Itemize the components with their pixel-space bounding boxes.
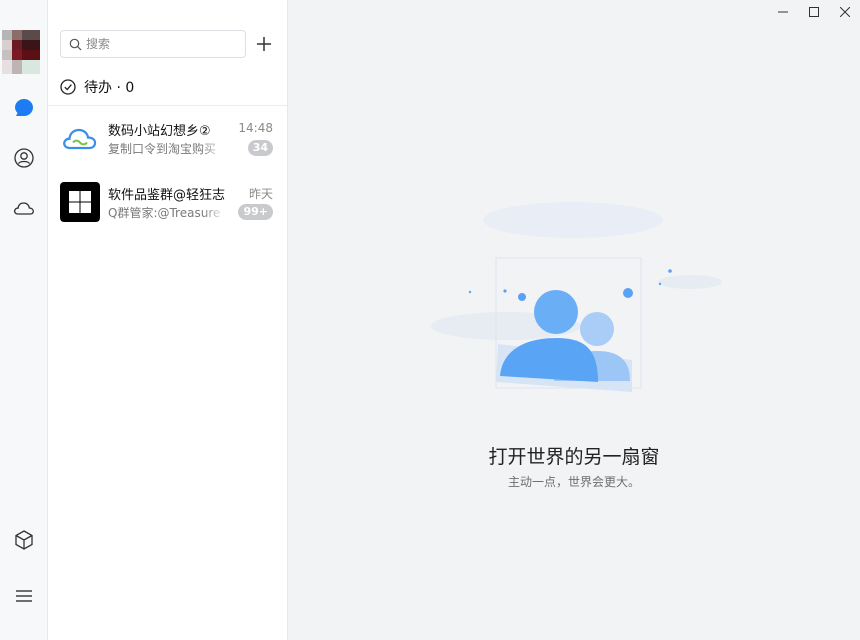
minimize-button[interactable]	[767, 0, 798, 24]
contacts-icon[interactable]	[10, 144, 38, 172]
search-input[interactable]	[86, 37, 236, 51]
group-avatar-windows	[60, 182, 100, 222]
chat-bubble-icon[interactable]	[10, 94, 38, 122]
menu-icon[interactable]	[10, 582, 38, 610]
unread-badge: 34	[247, 140, 273, 156]
conversation-item[interactable]: 软件品鉴群@轻狂志 昨天 Q群管家:@Treasure 99+	[48, 170, 287, 234]
conversation-preview: 复制口令到淘宝购买	[108, 142, 217, 156]
minimize-icon	[777, 11, 788, 13]
todo-row[interactable]: 待办 · 0	[60, 76, 134, 98]
group-avatar-cloud	[60, 118, 100, 158]
conversation-name: 软件品鉴群@轻狂志	[108, 188, 226, 203]
close-icon	[839, 7, 850, 17]
empty-state-subtitle: 主动一点，世界会更大。	[507, 475, 640, 489]
nav-rail	[0, 0, 48, 640]
main-panel: 打开世界的另一扇窗 主动一点，世界会更大。	[288, 0, 860, 640]
check-circle-icon	[60, 79, 76, 95]
conversation-list-panel: 待办 · 0 数码小站幻想乡② 14:48 复制口令到淘宝购买 34 软件品鉴群…	[48, 0, 288, 640]
conversation-preview: Q群管家:@Treasure	[108, 206, 221, 220]
close-button[interactable]	[829, 0, 860, 24]
plus-icon	[257, 37, 271, 51]
conversation-time: 14:48	[238, 121, 273, 135]
window-controls	[767, 0, 860, 24]
cube-icon[interactable]	[10, 526, 38, 554]
todo-label: 待办 · 0	[84, 80, 135, 96]
avatar[interactable]	[2, 30, 40, 74]
add-button[interactable]	[254, 32, 274, 56]
conversation-time: 昨天	[248, 187, 273, 201]
maximize-button[interactable]	[798, 0, 829, 24]
empty-state-title: 打开世界的另一扇窗	[488, 446, 660, 468]
conversation-item[interactable]: 数码小站幻想乡② 14:48 复制口令到淘宝购买 34	[48, 106, 287, 170]
empty-state-illustration	[431, 202, 722, 392]
search-icon	[69, 38, 82, 50]
conversation-name: 数码小站幻想乡②	[108, 124, 211, 139]
cloud-icon[interactable]	[10, 194, 38, 222]
search-box[interactable]	[60, 30, 246, 58]
maximize-icon	[808, 7, 819, 17]
unread-badge: 99+	[238, 204, 273, 220]
